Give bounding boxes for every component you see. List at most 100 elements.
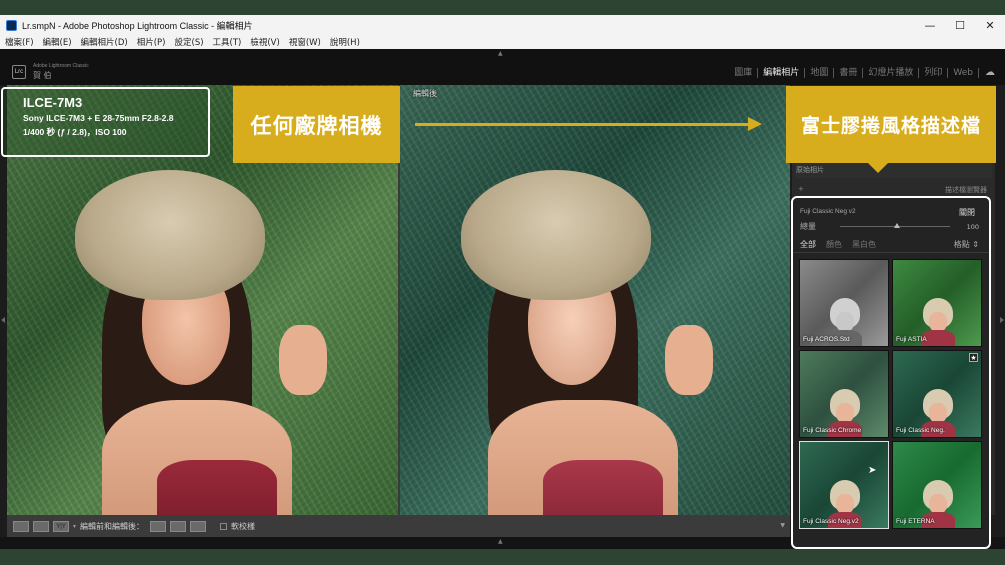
any-camera-banner: 任何廠牌相機 (233, 86, 400, 163)
profile-browser: Fuji Classic Neg v2 關閉 總量 100 全部 顏色 黑白色 … (791, 196, 991, 549)
menu-window[interactable]: 視窗(W) (289, 36, 321, 48)
lightroom-app-icon (6, 19, 17, 31)
profile-browser-row[interactable]: + 描述檔瀏覽器 (792, 184, 995, 196)
thumb-face (836, 494, 854, 514)
menu-settings[interactable]: 設定(S) (175, 36, 204, 48)
menu-photo[interactable]: 相片(P) (137, 36, 166, 48)
module-map[interactable]: 地圖 (805, 67, 835, 78)
thumb-face (929, 494, 947, 514)
menu-view[interactable]: 檢視(V) (250, 36, 279, 48)
exif-info-overlay: ILCE-7M3 Sony ILCE-7M3 + E 28-75mm F2.8-… (1, 87, 210, 157)
profile-thumb-classic-neg[interactable]: ★ Fuji Classic Neg. (892, 350, 982, 438)
fuji-profile-banner-text: 富士膠捲風格描述檔 (800, 115, 981, 137)
amount-label: 總量 (800, 222, 816, 231)
thumb-face (929, 312, 947, 332)
window-title: Lr.smpN - Adobe Photoshop Lightroom Clas… (22, 20, 253, 31)
after-photo[interactable]: 編輯後 (400, 85, 790, 515)
tab-all[interactable]: 全部 (800, 239, 816, 250)
exposure-info: 1/400 秒 (ƒ / 2.8)，ISO 100 (23, 127, 127, 137)
profile-filter-tabs: 全部 顏色 黑白色 (800, 239, 886, 250)
camera-model: ILCE-7M3 (23, 95, 83, 110)
module-develop[interactable]: 編輯相片 (758, 67, 806, 78)
develop-toolbar: Y|Y ▾ 編輯前和編輯後： 軟校樣 ▼ (7, 515, 790, 537)
toolbar-menu-icon[interactable]: ▼ (780, 522, 785, 529)
thumb-label: Fuji Classic Neg. (896, 427, 945, 434)
profile-browser-label: 描述檔瀏覽器 (945, 186, 987, 194)
split-view-button[interactable] (33, 520, 49, 532)
thumb-label: Fuji ETERNA (896, 518, 935, 525)
soft-proof-label: 軟校樣 (231, 521, 256, 531)
module-slideshow[interactable]: 幻燈片播放 (863, 67, 920, 78)
menu-help[interactable]: 說明(H) (330, 36, 360, 48)
favorite-star-icon[interactable]: ★ (969, 353, 978, 362)
top-panel-toggle-icon[interactable]: ▲ (498, 50, 503, 57)
module-print[interactable]: 列印 (919, 67, 949, 78)
close-window-button[interactable]: ✕ (975, 19, 1005, 32)
subject-hand (665, 325, 713, 395)
tab-color[interactable]: 顏色 (826, 239, 842, 250)
yy-dropdown-icon[interactable]: ▾ (73, 523, 76, 530)
cloud-sync-icon[interactable]: ☁ (985, 67, 995, 78)
window-title-bar: Lr.smpN - Adobe Photoshop Lightroom Clas… (0, 15, 1005, 35)
thumb-face (836, 403, 854, 423)
profile-thumb-eterna[interactable]: Fuji ETERNA (892, 441, 982, 529)
right-panel-toggle-icon[interactable] (1000, 317, 1004, 323)
thumb-label: Fuji Classic Neg.v2 (803, 518, 859, 525)
thumb-label: Fuji Classic Chrome (803, 427, 862, 434)
tab-bw[interactable]: 黑白色 (852, 239, 876, 250)
subject-hat (461, 170, 651, 300)
product-name: Adobe Lightroom Classic (33, 63, 89, 69)
after-label: 編輯後 (413, 89, 437, 98)
menu-edit[interactable]: 編輯(E) (43, 36, 72, 48)
menu-file[interactable]: 檔案(F) (5, 36, 34, 48)
module-web[interactable]: Web (948, 67, 979, 78)
banner-tail (868, 163, 888, 173)
lens-info: Sony ILCE-7M3 + E 28-75mm F2.8-2.8 (23, 113, 174, 123)
fuji-profile-banner: 富士膠捲風格描述檔 (786, 86, 996, 173)
close-profile-browser-button[interactable]: 關閉 (959, 207, 975, 218)
subject-dress (543, 460, 663, 515)
plus-icon[interactable]: + (798, 185, 804, 193)
identity-user: 賀 伯 (33, 71, 52, 80)
thumb-label: Fuji ACROS.Std (803, 336, 850, 343)
subject-hat (75, 170, 265, 300)
identity-plate-bar: ▲ Lrc Adobe Lightroom Classic 賀 伯 圖庫 編輯相… (0, 49, 1005, 85)
minimize-button[interactable]: — (915, 19, 945, 32)
amount-slider-knob[interactable] (894, 223, 900, 228)
arrow-line (415, 123, 750, 126)
before-after-yy-button[interactable]: Y|Y (53, 520, 69, 532)
module-library[interactable]: 圖庫 (729, 67, 759, 78)
thumb-label: Fuji ASTIA (896, 336, 927, 343)
original-photo-label: 原始相片 (796, 166, 824, 174)
menu-bar: 檔案(F) 編輯(E) 編輯相片(D) 相片(P) 設定(S) 工具(T) 檢視… (0, 35, 1005, 49)
compare-label: 編輯前和編輯後： (80, 521, 145, 531)
subject-dress (157, 460, 277, 515)
view-mode-dropdown[interactable]: 格點 ⇕ (954, 239, 979, 250)
amount-value[interactable]: 100 (967, 223, 979, 231)
divider (793, 252, 989, 253)
swap-before-after-button[interactable] (190, 520, 207, 532)
copy-after-to-before-button[interactable] (170, 520, 187, 532)
thumb-face (929, 403, 947, 423)
profile-thumb-classic-chrome[interactable]: Fuji Classic Chrome (799, 350, 889, 438)
profile-thumb-astia[interactable]: Fuji ASTIA (892, 259, 982, 347)
subject-hand (279, 325, 327, 395)
thumb-face (836, 312, 854, 332)
maximize-button[interactable]: ☐ (945, 19, 975, 32)
arrow-head-icon (748, 117, 762, 131)
profile-thumb-acros[interactable]: Fuji ACROS.Std (799, 259, 889, 347)
profile-name: Fuji Classic Neg v2 (800, 208, 856, 215)
left-panel-toggle-icon[interactable] (1, 317, 5, 323)
module-book[interactable]: 書冊 (834, 67, 864, 78)
soft-proof-checkbox[interactable] (220, 522, 228, 530)
module-picker: 圖庫 編輯相片 地圖 書冊 幻燈片播放 列印 Web ☁ (729, 67, 995, 78)
mouse-cursor-icon: ➤ (868, 465, 877, 476)
profile-thumb-classic-neg-v2[interactable]: Fuji Classic Neg.v2 (799, 441, 889, 529)
filmstrip-toggle-icon[interactable]: ▲ (498, 538, 503, 545)
menu-tools[interactable]: 工具(T) (213, 36, 242, 48)
lrc-logo: Lrc (12, 65, 26, 79)
view-mode-label: 格點 (953, 240, 970, 249)
menu-develop[interactable]: 編輯相片(D) (81, 36, 128, 48)
copy-before-to-after-button[interactable] (150, 520, 167, 532)
loupe-view-button[interactable] (13, 520, 29, 532)
